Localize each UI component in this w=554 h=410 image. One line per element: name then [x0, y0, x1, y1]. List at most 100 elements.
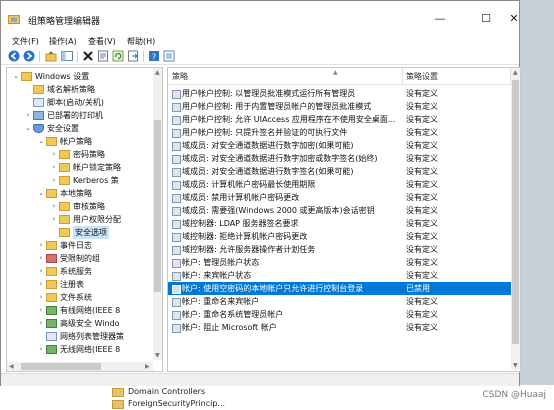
- tree-item[interactable]: ⌄ 安全设置: [24, 122, 79, 135]
- close-button[interactable]: ✕: [507, 9, 521, 29]
- menu-action[interactable]: 操作(A): [49, 35, 77, 48]
- policy-row[interactable]: 用户帐户控制: 只提升签名并验证的可执行文件 没有定义: [168, 126, 518, 139]
- folder-icon: [46, 189, 57, 198]
- tree-item[interactable]: › Kerberos 策: [50, 174, 119, 187]
- collapse-chevron-icon[interactable]: ⌄: [37, 187, 45, 200]
- policy-row[interactable]: 域成员: 对安全通道数据进行数字签名(如果可能) 没有定义: [168, 165, 518, 178]
- expand-chevron-icon[interactable]: ›: [37, 304, 45, 317]
- expand-chevron-icon[interactable]: ›: [24, 109, 32, 122]
- column-header-setting[interactable]: 策略设置: [406, 68, 438, 84]
- expand-chevron-icon[interactable]: ›: [37, 278, 45, 291]
- tree-item[interactable]: › 已部署的打印机: [24, 109, 103, 122]
- expand-chevron-icon[interactable]: ›: [37, 317, 45, 330]
- tree-item[interactable]: 安全选项: [50, 226, 109, 239]
- up-folder-icon[interactable]: [45, 50, 57, 62]
- tree-item[interactable]: › 帐户锁定策略: [50, 161, 121, 174]
- expand-chevron-icon[interactable]: ›: [37, 239, 45, 252]
- menu-file[interactable]: 文件(F): [12, 35, 39, 48]
- list-scroll-thumb[interactable]: [512, 80, 519, 344]
- properties-icon[interactable]: [97, 50, 109, 62]
- expand-chevron-icon[interactable]: ›: [50, 174, 58, 187]
- expand-chevron-icon[interactable]: ›: [50, 200, 58, 213]
- scroll-down-arrow-icon[interactable]: ▼: [155, 351, 160, 360]
- policy-row[interactable]: 域成员: 对安全通道数据进行数字加密(如果可能) 没有定义: [168, 139, 518, 152]
- tree-item[interactable]: › 无线网络(IEEE 8: [37, 343, 120, 356]
- collapse-chevron-icon[interactable]: ⌄: [24, 122, 32, 135]
- menu-help[interactable]: 帮助(H): [127, 35, 155, 48]
- tree-item[interactable]: › 用户权限分配: [50, 213, 121, 226]
- tree-item[interactable]: › 受限制的组: [37, 252, 100, 265]
- tree-item[interactable]: ⌄ Windows 设置: [12, 70, 89, 83]
- tree-item[interactable]: › 事件日志: [37, 239, 92, 252]
- tree-item[interactable]: › 密码策略: [50, 148, 105, 161]
- menu-view[interactable]: 查看(V): [88, 35, 116, 48]
- scroll-left-arrow-icon[interactable]: ◀: [9, 362, 14, 371]
- show-hide-tree-icon[interactable]: [61, 50, 73, 62]
- policy-row[interactable]: 帐户: 使用空密码的本地帐户只允许进行控制台登录 已禁用: [168, 282, 518, 295]
- policy-row[interactable]: 帐户: 管理员帐户状态 没有定义: [168, 256, 518, 269]
- policy-row[interactable]: 帐户: 来宾帐户状态 没有定义: [168, 269, 518, 282]
- policy-row[interactable]: 帐户: 重命名来宾帐户 没有定义: [168, 295, 518, 308]
- expand-chevron-icon[interactable]: ›: [50, 148, 58, 161]
- policy-row[interactable]: 用户帐户控制: 用于内置管理员帐户的管理员批准模式 没有定义: [168, 100, 518, 113]
- minimize-button[interactable]: —: [429, 9, 451, 29]
- tree-horizontal-scrollbar[interactable]: ◀ ▶: [7, 362, 153, 371]
- tree-item[interactable]: › 有线网络(IEEE 8: [37, 304, 120, 317]
- list-vertical-scrollbar[interactable]: ▲ ▼: [511, 68, 520, 370]
- expand-chevron-icon[interactable]: ›: [37, 252, 45, 265]
- expand-chevron-icon[interactable]: ›: [50, 161, 58, 174]
- forward-icon[interactable]: [23, 50, 35, 62]
- extended-view-icon[interactable]: [163, 50, 175, 62]
- delete-icon[interactable]: [82, 50, 94, 62]
- tree-item[interactable]: 域名解析策略: [24, 83, 95, 96]
- tree-item[interactable]: › 高级安全 Windo: [37, 317, 120, 330]
- export-list-icon[interactable]: [127, 50, 139, 62]
- tree-item[interactable]: › 审核策略: [50, 200, 105, 213]
- title-bar[interactable]: 组策略管理编辑器 — ☐ ✕: [1, 1, 519, 35]
- tree-item[interactable]: ⌄ 帐户策略: [37, 135, 92, 148]
- back-icon[interactable]: [8, 50, 20, 62]
- expand-chevron-icon[interactable]: ›: [37, 291, 45, 304]
- background-item-domain-controllers[interactable]: Domain Controllers: [112, 386, 205, 398]
- maximize-button[interactable]: ☐: [475, 9, 497, 29]
- help-icon[interactable]: ?: [148, 50, 160, 62]
- policy-row[interactable]: 域成员: 计算机帐户密码最长使用期限 没有定义: [168, 178, 518, 191]
- policy-row[interactable]: 域控制器: 拒绝计算机帐户密码更改 没有定义: [168, 230, 518, 243]
- column-divider[interactable]: [402, 68, 403, 84]
- policy-row[interactable]: 用户帐户控制: 允许 UIAccess 应用程序在不使用安全桌面... 没有定义: [168, 113, 518, 126]
- expand-chevron-icon[interactable]: ›: [37, 343, 45, 356]
- column-header-policy[interactable]: 策略: [172, 68, 188, 84]
- policy-row[interactable]: 帐户: 阻止 Microsoft 帐户 没有定义: [168, 321, 518, 334]
- policy-row[interactable]: 域控制器: 允许服务器操作者计划任务 没有定义: [168, 243, 518, 256]
- policy-row[interactable]: 域成员: 禁用计算机帐户密码更改 没有定义: [168, 191, 518, 204]
- background-item-foreign-security[interactable]: ForeignSecurityPrincip...: [112, 398, 225, 410]
- scroll-up-arrow-icon[interactable]: ▲: [155, 68, 160, 77]
- policy-row[interactable]: 用户帐户控制: 以管理员批准模式运行所有管理员 没有定义: [168, 87, 518, 100]
- policy-row[interactable]: 域成员: 对安全通道数据进行数字加密或数字签名(始终) 没有定义: [168, 152, 518, 165]
- console-tree[interactable]: ⌄ Windows 设置 域名解析策略 脚本(启动/关机) › 已部署的打印机 ⌄ 安全设置 ⌄…: [6, 67, 163, 372]
- tree-item[interactable]: › 系统服务: [37, 265, 92, 278]
- tree-scroll-thumb[interactable]: [154, 120, 161, 292]
- scroll-up-arrow-icon[interactable]: ▲: [513, 68, 518, 77]
- policy-row[interactable]: 帐户: 重命名系统管理员帐户 没有定义: [168, 308, 518, 321]
- tree-item[interactable]: 脚本(启动/关机): [24, 96, 104, 109]
- scroll-down-arrow-icon[interactable]: ▼: [513, 361, 518, 370]
- tree-item[interactable]: ⌄ 本地策略: [37, 187, 92, 200]
- policy-list[interactable]: 策略 ▲ 策略设置 用户帐户控制: 以管理员批准模式运行所有管理员 没有定义 用户帐…: [167, 67, 521, 372]
- collapse-chevron-icon[interactable]: ⌄: [12, 70, 20, 83]
- policy-row[interactable]: 域控制器: LDAP 服务器签名要求 没有定义: [168, 217, 518, 230]
- expand-chevron-icon[interactable]: ›: [37, 265, 45, 278]
- tree-item-label: 受限制的组: [60, 254, 100, 263]
- tree-item[interactable]: 网络列表管理器策: [37, 330, 124, 343]
- background-explorer-list: [0, 385, 554, 410]
- collapse-chevron-icon[interactable]: ⌄: [37, 135, 45, 148]
- tree-item[interactable]: › 文件系统: [37, 291, 92, 304]
- background-item-label: Domain Controllers: [128, 387, 206, 396]
- policy-row[interactable]: 域成员: 需要强(Windows 2000 或更高版本)会话密钥 没有定义: [168, 204, 518, 217]
- refresh-icon[interactable]: [112, 50, 124, 62]
- tree-vertical-scrollbar[interactable]: ▲ ▼: [153, 68, 162, 360]
- tree-item[interactable]: › 注册表: [37, 278, 84, 291]
- expand-chevron-icon[interactable]: ›: [50, 213, 58, 226]
- tree-hscroll-thumb[interactable]: [21, 363, 101, 370]
- scroll-right-arrow-icon[interactable]: ▶: [145, 362, 150, 371]
